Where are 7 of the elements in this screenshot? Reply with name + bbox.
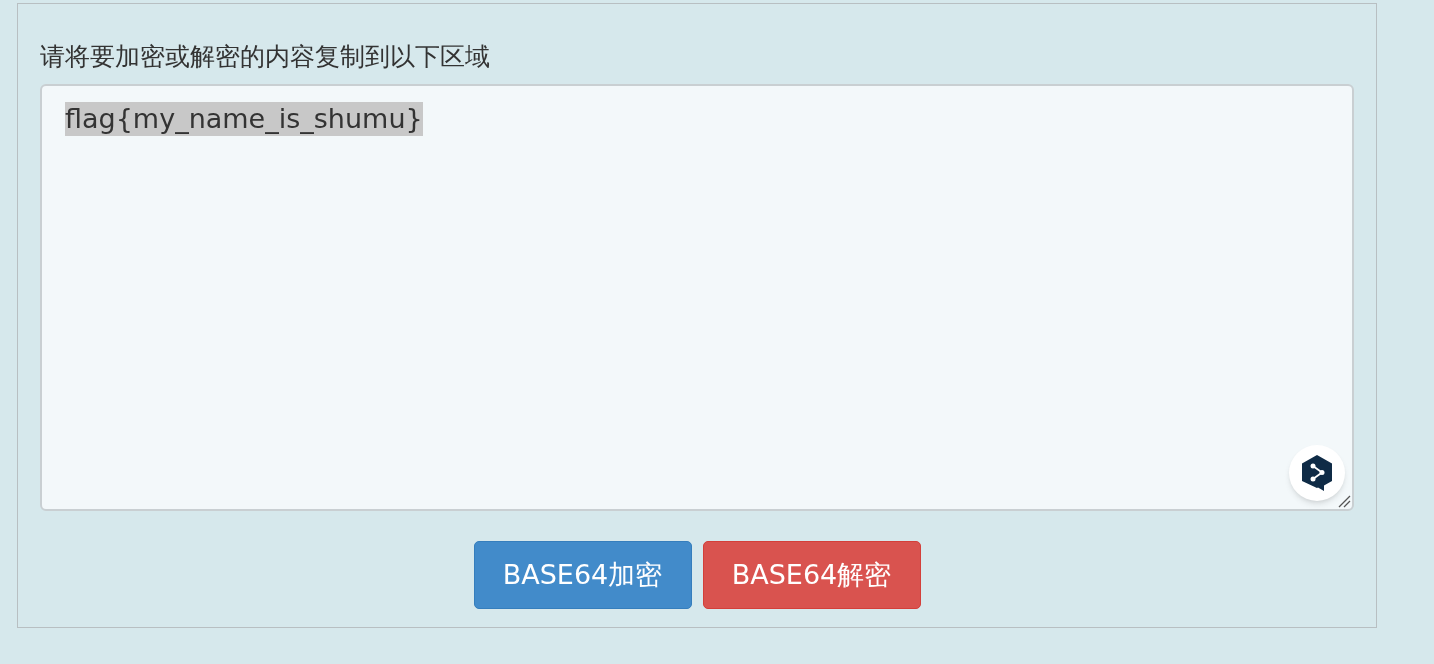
instruction-label: 请将要加密或解密的内容复制到以下区域 [40,41,490,73]
text-area[interactable]: flag{my_name_is_shumu} [40,84,1354,511]
resize-grip-icon[interactable] [1337,494,1351,508]
translator-icon[interactable] [1289,445,1345,501]
action-button[interactable]: BASE64加密 [473,541,692,609]
selected-text: flag{my_name_is_shumu} [65,102,423,136]
action-button[interactable]: BASE64解密 [702,541,921,609]
